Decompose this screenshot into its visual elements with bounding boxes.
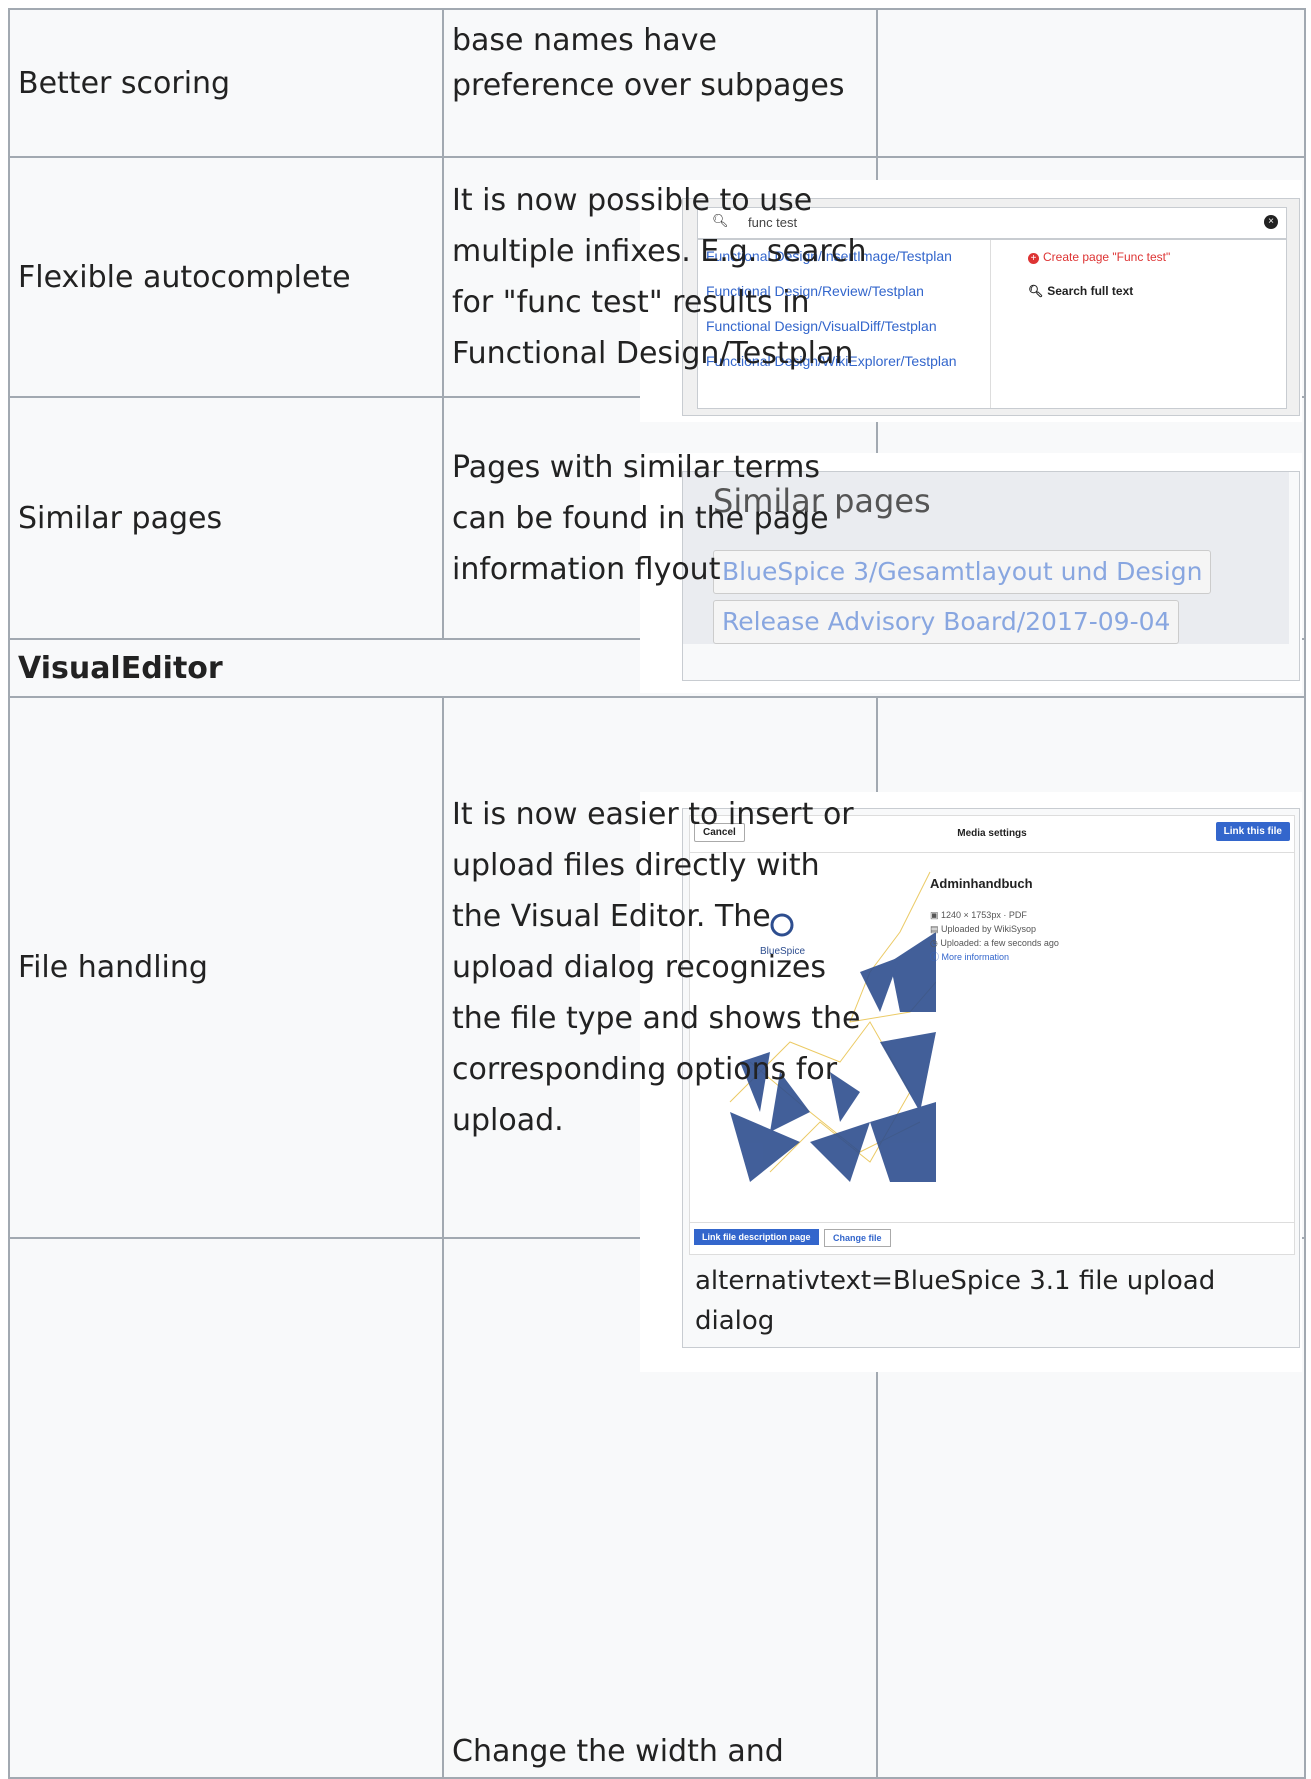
meta-item: ▤ Uploaded by WikiSysop [930, 922, 1059, 936]
file-name: Adminhandbuch [930, 876, 1033, 891]
meta-item[interactable]: ⓘ More information [930, 950, 1059, 964]
dialog-footer: Link file description page Change file [690, 1222, 1294, 1255]
feature-description: Change the width and [452, 1734, 784, 1769]
image-cell [876, 8, 1306, 158]
plus-circle-icon: + [1028, 253, 1039, 264]
link-description-button[interactable]: Link file description page [694, 1229, 819, 1245]
feature-cell: File handling [8, 696, 444, 1239]
meta-item: ▣ 1240 × 1753px · PDF [930, 908, 1059, 922]
search-icon: 🔍︎ [1028, 284, 1044, 298]
file-meta: ▣ 1240 × 1753px · PDF ▤ Uploaded by Wiki… [930, 908, 1059, 964]
feature-description: It is now easier to insert or upload fil… [452, 797, 861, 1138]
meta-item: ◷ Uploaded: a few seconds ago [930, 936, 1059, 950]
feature-cell [8, 1237, 444, 1779]
feature-name: File handling [18, 950, 208, 985]
feature-cell: Better scoring [8, 8, 444, 158]
similar-link[interactable]: Release Advisory Board/2017-09-04 [713, 600, 1180, 644]
feature-cell: Similar pages [8, 396, 444, 640]
description-cell: base names have preference over subpages [442, 8, 878, 158]
link-this-file-button[interactable]: Link this file [1215, 822, 1290, 841]
similar-pages-panel: Similar pages BlueSpice 3/Gesamtlayout u… [683, 472, 1289, 644]
feature-name: Flexible autocomplete [18, 259, 351, 295]
feature-cell: Flexible autocomplete [8, 156, 444, 398]
section-title: VisualEditor [18, 650, 223, 686]
feature-name: Similar pages [18, 500, 223, 536]
user-icon: ▤ [930, 924, 942, 934]
similar-pages-screenshot: Similar pages BlueSpice 3/Gesamtlayout u… [640, 453, 1302, 693]
create-page-link[interactable]: + Create page "Func test" [1028, 250, 1170, 264]
image-icon: ▣ [930, 910, 942, 920]
meta-text: Uploaded by WikiSysop [941, 924, 1037, 934]
clear-icon[interactable]: × [1264, 215, 1278, 229]
image-caption: alternativtext=BlueSpice 3.1 file upload… [695, 1266, 1216, 1336]
change-file-button[interactable]: Change file [824, 1229, 891, 1247]
feature-name: Better scoring [18, 65, 231, 101]
search-full-text-link[interactable]: 🔍︎ Search full text [1028, 284, 1133, 298]
meta-text: 1240 × 1753px · PDF [941, 910, 1027, 920]
meta-text: Uploaded: a few seconds ago [940, 938, 1059, 948]
meta-text: More information [941, 952, 1010, 962]
similar-link[interactable]: BlueSpice 3/Gesamtlayout und Design [713, 550, 1212, 594]
dropdown-divider [990, 240, 991, 408]
feature-description: base names have preference over subpages [452, 23, 845, 103]
create-page-label: Create page "Func test" [1043, 250, 1171, 264]
table-row: Better scoring base names have preferenc… [8, 8, 1306, 158]
clock-icon: ◷ [930, 938, 941, 948]
info-icon: ⓘ [930, 952, 942, 962]
search-full-label: Search full text [1047, 284, 1134, 298]
